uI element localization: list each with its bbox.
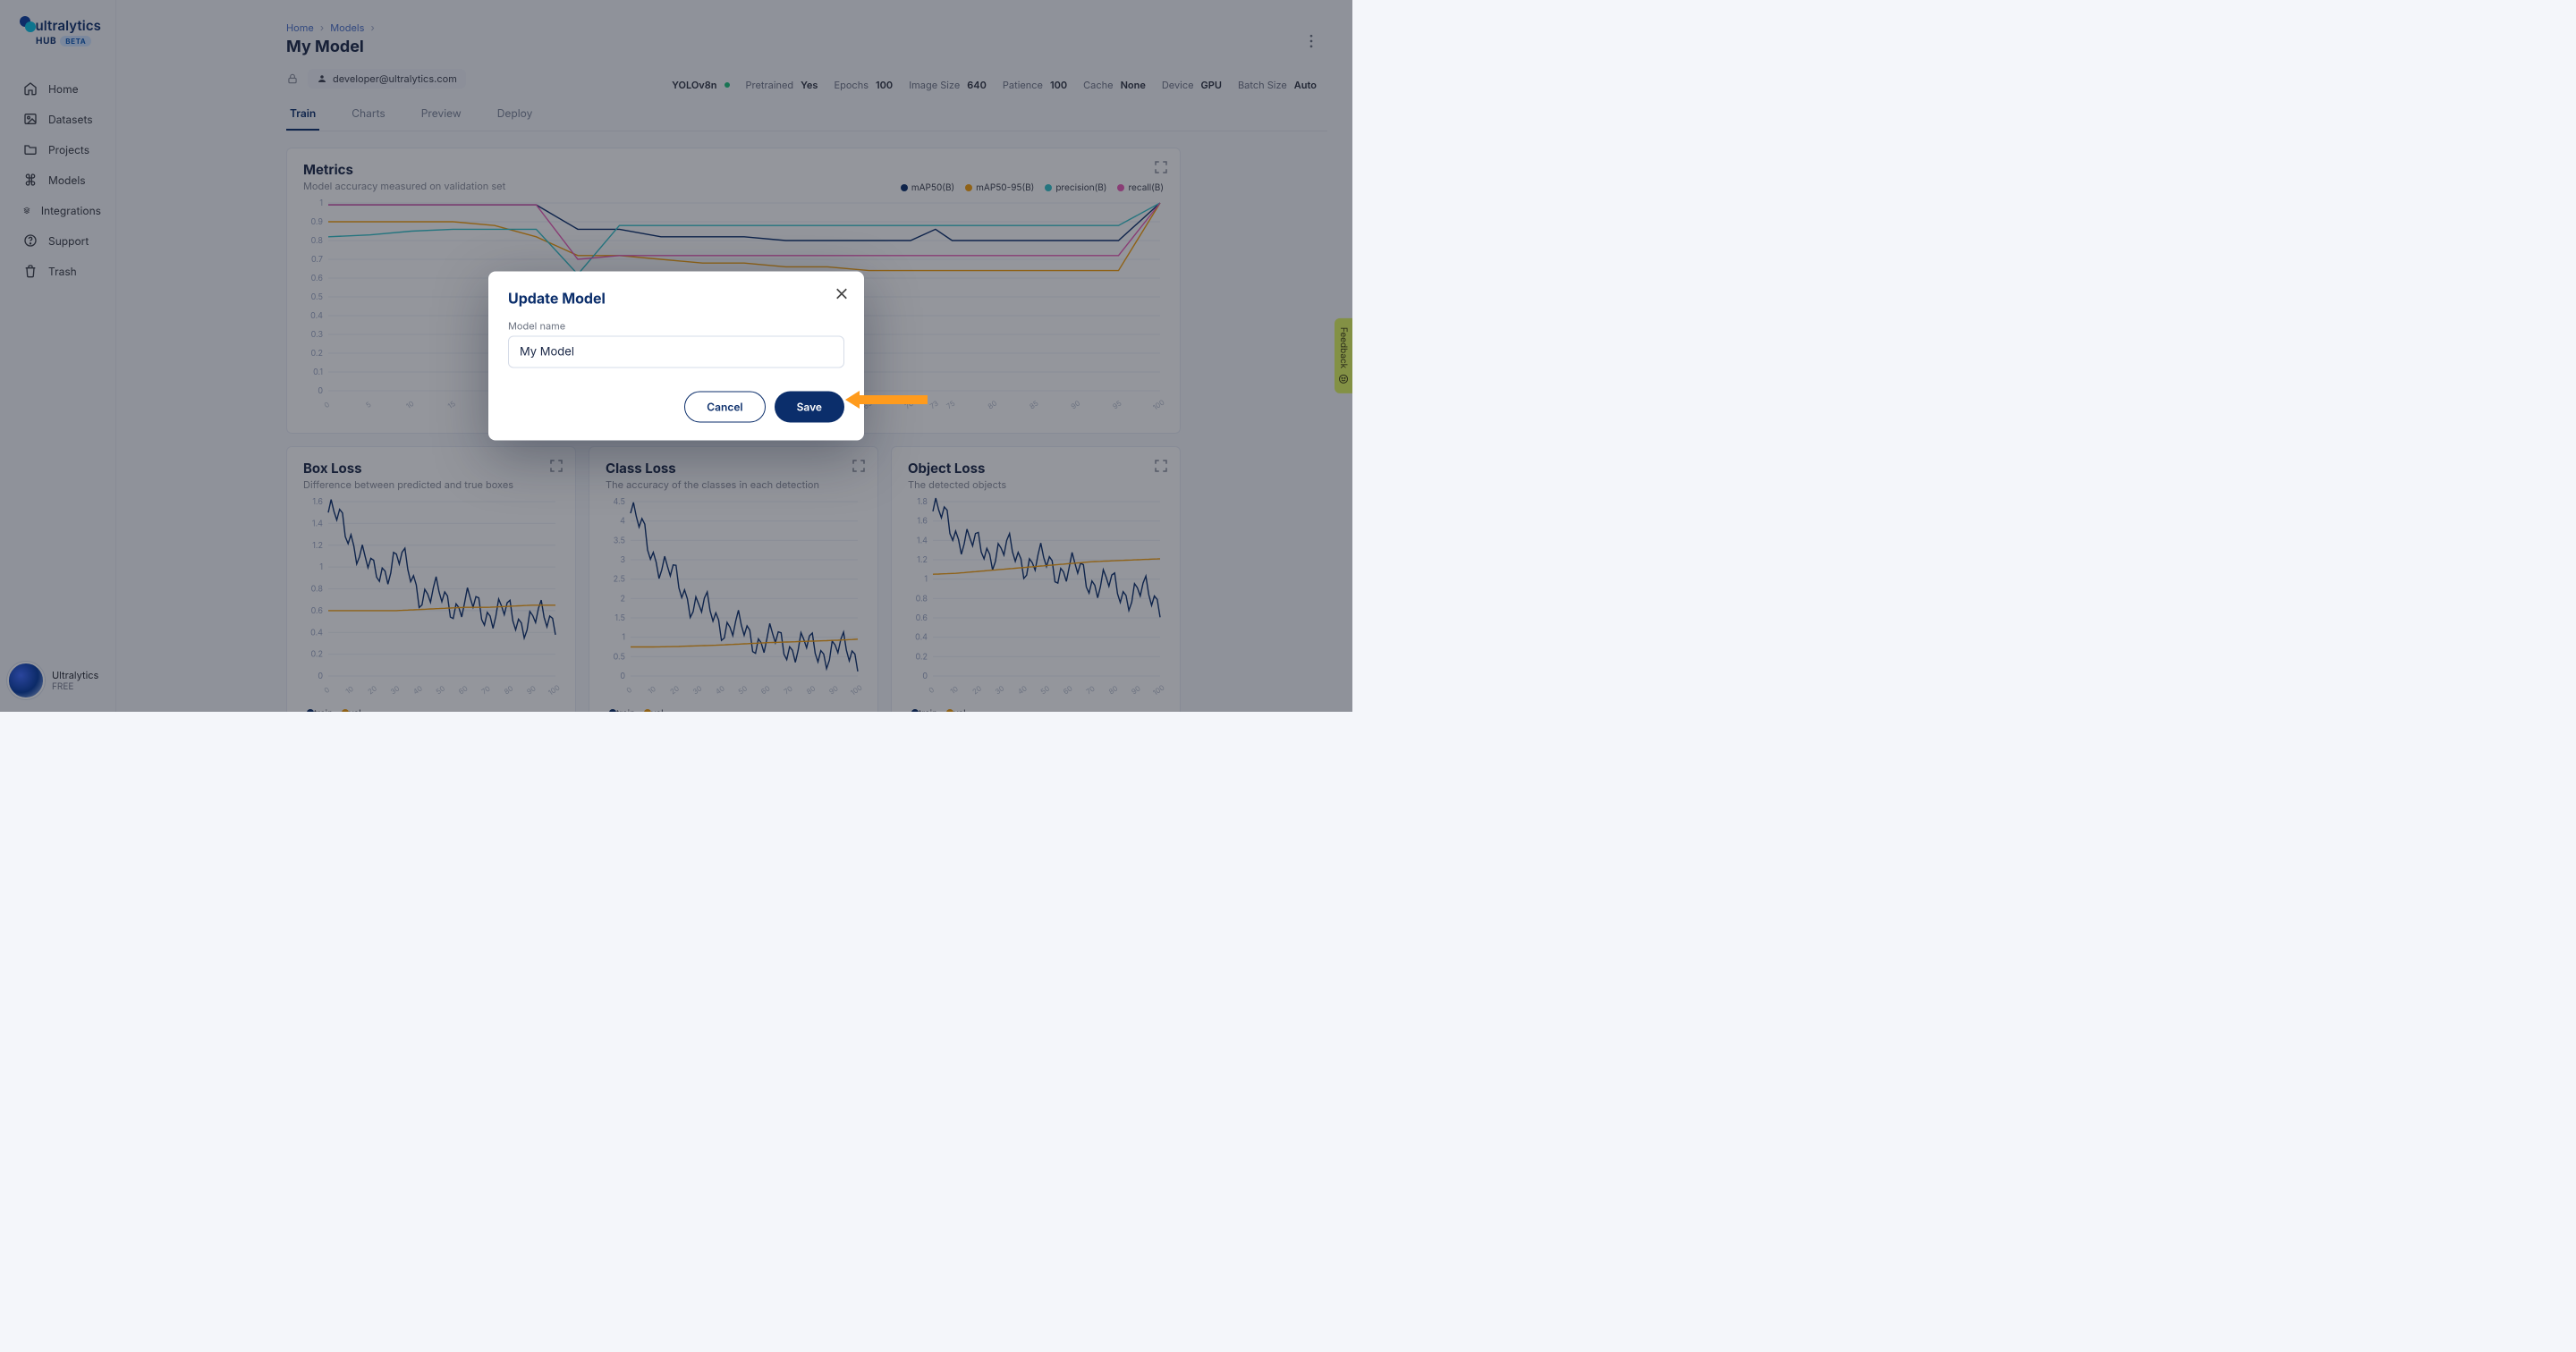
update-model-modal: Update Model Model name Cancel Save <box>488 272 864 441</box>
cancel-button[interactable]: Cancel <box>684 392 765 423</box>
save-button[interactable]: Save <box>775 392 844 423</box>
close-icon[interactable] <box>834 286 850 302</box>
model-name-label: Model name <box>508 320 844 333</box>
model-name-input[interactable] <box>508 336 844 368</box>
modal-title: Update Model <box>508 290 844 308</box>
